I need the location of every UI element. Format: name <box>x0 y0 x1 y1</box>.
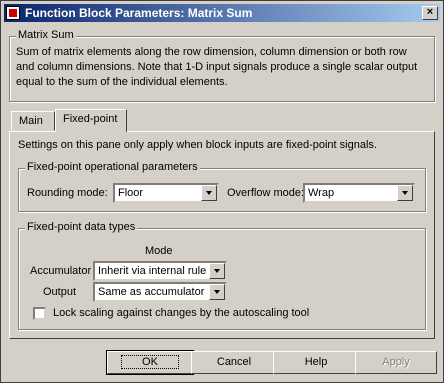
output-label: Output <box>43 286 77 298</box>
operational-params-group: Fixed-point operational parameters Round… <box>18 161 426 212</box>
overflow-mode-value: Wrap <box>308 187 335 199</box>
rounding-mode-label: Rounding mode: <box>27 187 108 199</box>
operational-params-title: Fixed-point operational parameters <box>25 161 200 173</box>
tab-main-label: Main <box>19 115 43 127</box>
accumulator-label: Accumulator <box>30 265 92 277</box>
overflow-mode-select[interactable]: Wrap <box>303 183 415 203</box>
overflow-mode-label: Overflow mode: <box>227 187 305 199</box>
window-title: Function Block Parameters: Matrix Sum <box>25 6 253 20</box>
simulink-block-icon <box>6 6 20 20</box>
chevron-down-icon[interactable] <box>397 185 413 201</box>
fixed-point-pane: Settings on this pane only apply when bl… <box>9 131 435 339</box>
mode-column-header: Mode <box>145 245 173 257</box>
chevron-down-icon[interactable] <box>209 263 225 279</box>
output-mode-select[interactable]: Same as accumulator <box>93 282 227 302</box>
close-icon: × <box>426 6 434 18</box>
pane-note: Settings on this pane only apply when bl… <box>18 139 377 151</box>
dialog-window: Function Block Parameters: Matrix Sum × … <box>0 0 444 383</box>
output-mode-value: Same as accumulator <box>98 286 205 298</box>
block-description: Sum of matrix elements along the row dim… <box>16 46 418 88</box>
lock-scaling-label[interactable]: Lock scaling against changes by the auto… <box>53 307 309 319</box>
lock-scaling-checkbox[interactable] <box>33 307 46 320</box>
block-name: Matrix Sum <box>16 29 76 41</box>
accumulator-mode-value: Inherit via internal rule <box>98 265 207 277</box>
rounding-mode-value: Floor <box>118 187 144 199</box>
tab-main[interactable]: Main <box>11 111 55 131</box>
apply-button: Apply <box>355 351 437 374</box>
description-group: Matrix Sum Sum of matrix elements along … <box>9 29 435 102</box>
ok-button[interactable]: OK <box>106 350 194 375</box>
help-button-label: Help <box>304 356 328 368</box>
apply-button-label: Apply <box>382 356 410 368</box>
title-bar[interactable]: Function Block Parameters: Matrix Sum × <box>4 4 440 22</box>
tab-fixed-point[interactable]: Fixed-point <box>55 109 127 132</box>
chevron-down-icon[interactable] <box>201 185 217 201</box>
tab-fixed-point-label: Fixed-point <box>63 113 118 125</box>
close-button[interactable]: × <box>422 6 438 20</box>
help-button[interactable]: Help <box>273 351 359 374</box>
data-types-title: Fixed-point data types <box>25 221 138 233</box>
chevron-down-icon[interactable] <box>209 284 225 300</box>
rounding-mode-select[interactable]: Floor <box>113 183 219 203</box>
cancel-button-label: Cancel <box>216 356 252 368</box>
ok-button-label: OK <box>121 355 179 369</box>
accumulator-mode-select[interactable]: Inherit via internal rule <box>93 261 227 281</box>
data-types-group: Fixed-point data types Mode Accumulator … <box>18 221 426 330</box>
cancel-button[interactable]: Cancel <box>191 351 277 374</box>
